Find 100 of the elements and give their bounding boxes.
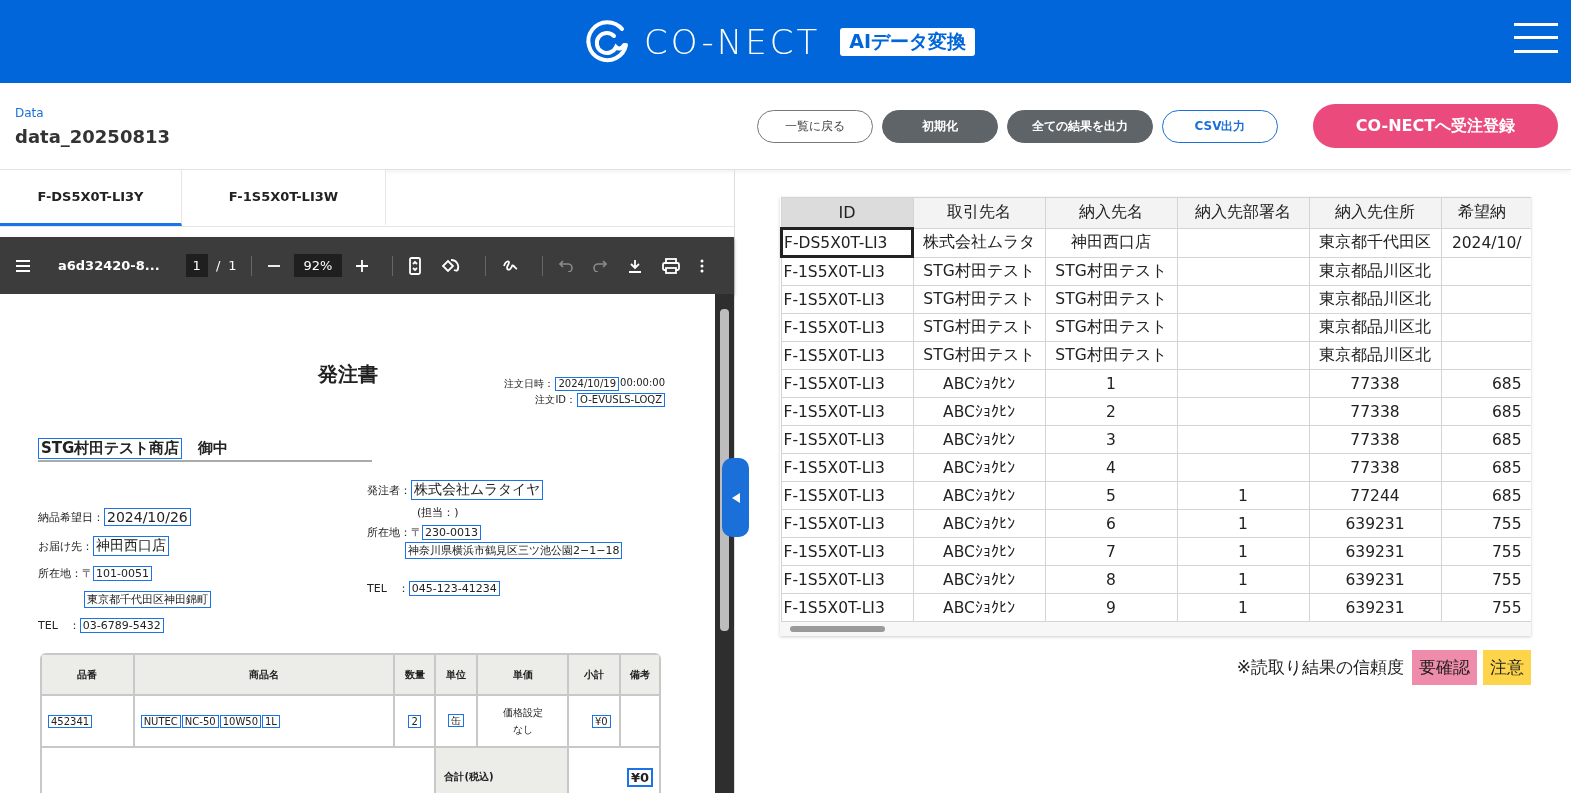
table-cell[interactable]: F-1S5X0T-LI3	[781, 453, 913, 482]
table-cell[interactable]: ABCｼｮｸﾋﾝ	[913, 425, 1045, 454]
table-cell[interactable]: F-DS5X0T-LI3	[781, 228, 913, 257]
table-cell[interactable]: 8	[1045, 565, 1177, 594]
table-cell[interactable]: ABCｼｮｸﾋﾝ	[913, 509, 1045, 538]
table-cell[interactable]: 77338	[1309, 397, 1441, 426]
table-cell[interactable]: F-1S5X0T-LI3	[781, 425, 913, 454]
table-cell[interactable]: ABCｼｮｸﾋﾝ	[913, 537, 1045, 566]
table-cell[interactable]: STG村田テスト	[1045, 285, 1177, 314]
table-cell[interactable]: 77338	[1309, 453, 1441, 482]
menu-icon[interactable]	[1514, 22, 1558, 54]
table-cell[interactable]: ABCｼｮｸﾋﾝ	[913, 481, 1045, 510]
table-cell[interactable]: ABCｼｮｸﾋﾝ	[913, 453, 1045, 482]
table-cell[interactable]: 神田西口店	[1045, 228, 1177, 257]
action-button[interactable]: 一覧に戻る	[757, 109, 873, 143]
column-header[interactable]: ID	[781, 197, 913, 228]
table-cell[interactable]: 3	[1045, 425, 1177, 454]
table-cell[interactable]: 9	[1045, 593, 1177, 622]
table-cell[interactable]: 7	[1045, 537, 1177, 566]
table-cell[interactable]	[1177, 369, 1309, 398]
scrollbar[interactable]	[715, 294, 734, 793]
table-cell[interactable]: 77338	[1309, 369, 1441, 398]
table-cell[interactable]: 2	[1045, 397, 1177, 426]
table-cell[interactable]: 東京都千代田区	[1309, 228, 1441, 257]
table-cell[interactable]: 東京都品川区北	[1309, 341, 1441, 370]
column-header[interactable]: 取引先名	[913, 197, 1045, 228]
register-button[interactable]: CO-NECTへ受注登録	[1313, 104, 1558, 148]
table-cell[interactable]: 1	[1177, 593, 1309, 622]
table-cell[interactable]: F-1S5X0T-LI3	[781, 313, 913, 342]
table-cell[interactable]: 1	[1177, 537, 1309, 566]
table-cell[interactable]: F-1S5X0T-LI3	[781, 369, 913, 398]
table-cell[interactable]: 1	[1177, 565, 1309, 594]
table-cell[interactable]: F-1S5X0T-LI3	[781, 257, 913, 286]
table-cell[interactable]: ABCｼｮｸﾋﾝ	[913, 397, 1045, 426]
table-cell[interactable]	[1177, 285, 1309, 314]
column-header[interactable]: 納入先名	[1045, 197, 1177, 228]
zoom-out-icon[interactable]	[267, 264, 280, 267]
table-cell[interactable]: F-1S5X0T-LI3	[781, 509, 913, 538]
table-cell[interactable]: 東京都品川区北	[1309, 313, 1441, 342]
rotate-icon[interactable]	[441, 256, 462, 275]
table-cell[interactable]: F-1S5X0T-LI3	[781, 537, 913, 566]
table-cell[interactable]: STG村田テスト	[1045, 313, 1177, 342]
table-cell[interactable]	[1177, 313, 1309, 342]
table-cell[interactable]: STG村田テスト	[913, 341, 1045, 370]
table-cell[interactable]	[1177, 228, 1309, 257]
table-cell[interactable]: 6	[1045, 509, 1177, 538]
table-cell[interactable]: 639231	[1309, 509, 1441, 538]
table-cell[interactable]: F-1S5X0T-LI3	[781, 285, 913, 314]
file-tab[interactable]: F-DS5X0T-LI3Y	[0, 170, 182, 226]
zoom-in-icon[interactable]	[356, 259, 369, 272]
table-cell[interactable]: ABCｼｮｸﾋﾝ	[913, 593, 1045, 622]
table-cell[interactable]: F-1S5X0T-LI3	[781, 341, 913, 370]
action-button[interactable]: 初期化	[882, 109, 998, 143]
table-cell[interactable]: 77244	[1309, 481, 1441, 510]
table-cell[interactable]: 1	[1177, 481, 1309, 510]
fit-page-icon[interactable]	[409, 256, 422, 275]
table-cell[interactable]: ABCｼｮｸﾋﾝ	[913, 565, 1045, 594]
table-cell[interactable]: 株式会社ムラタ	[913, 228, 1045, 257]
more-icon[interactable]	[700, 258, 704, 273]
confidence-tag: 注意	[1483, 650, 1531, 685]
scrollbar[interactable]	[780, 622, 1531, 636]
print-icon[interactable]	[662, 257, 680, 274]
table-cell[interactable]	[1177, 453, 1309, 482]
table-cell[interactable]	[1177, 425, 1309, 454]
action-button[interactable]: CSV出力	[1162, 109, 1278, 143]
table-cell[interactable]: STG村田テスト	[1045, 257, 1177, 286]
menu-icon[interactable]	[16, 259, 30, 272]
table-cell[interactable]: 4	[1045, 453, 1177, 482]
table-cell[interactable]	[1177, 341, 1309, 370]
column-header[interactable]: 希望納	[1441, 197, 1531, 228]
download-icon[interactable]	[628, 258, 642, 273]
table-cell[interactable]	[1177, 397, 1309, 426]
zoom-field[interactable]: 92%	[293, 254, 343, 277]
table-cell[interactable]: 1	[1045, 369, 1177, 398]
column-header[interactable]: 納入先住所	[1309, 197, 1441, 228]
table-cell[interactable]: F-1S5X0T-LI3	[781, 593, 913, 622]
extracted-value: STG村田テスト商店	[38, 438, 183, 459]
table-cell[interactable]: STG村田テスト	[913, 313, 1045, 342]
extracted-value: 缶	[448, 714, 465, 727]
collapse-button[interactable]	[722, 458, 749, 537]
table-cell[interactable]: STG村田テスト	[913, 285, 1045, 314]
table-cell[interactable]: F-1S5X0T-LI3	[781, 565, 913, 594]
column-header[interactable]: 納入先部署名	[1177, 197, 1309, 228]
table-cell[interactable]	[1177, 257, 1309, 286]
page-number-field[interactable]: 1	[185, 254, 208, 277]
table-cell[interactable]: 639231	[1309, 593, 1441, 622]
table-cell[interactable]: STG村田テスト	[913, 257, 1045, 286]
table-cell[interactable]: 5	[1045, 481, 1177, 510]
table-cell[interactable]: F-1S5X0T-LI3	[781, 481, 913, 510]
table-cell[interactable]: STG村田テスト	[1045, 341, 1177, 370]
table-cell[interactable]: 639231	[1309, 537, 1441, 566]
action-button[interactable]: 全ての結果を出力	[1007, 109, 1153, 143]
table-cell[interactable]: 639231	[1309, 565, 1441, 594]
table-cell[interactable]: 1	[1177, 509, 1309, 538]
table-cell[interactable]: F-1S5X0T-LI3	[781, 397, 913, 426]
table-cell[interactable]: 77338	[1309, 425, 1441, 454]
table-cell[interactable]: ABCｼｮｸﾋﾝ	[913, 369, 1045, 398]
table-cell[interactable]: 東京都品川区北	[1309, 257, 1441, 286]
page-title: data_20250813	[15, 125, 170, 147]
table-cell[interactable]: 東京都品川区北	[1309, 285, 1441, 314]
